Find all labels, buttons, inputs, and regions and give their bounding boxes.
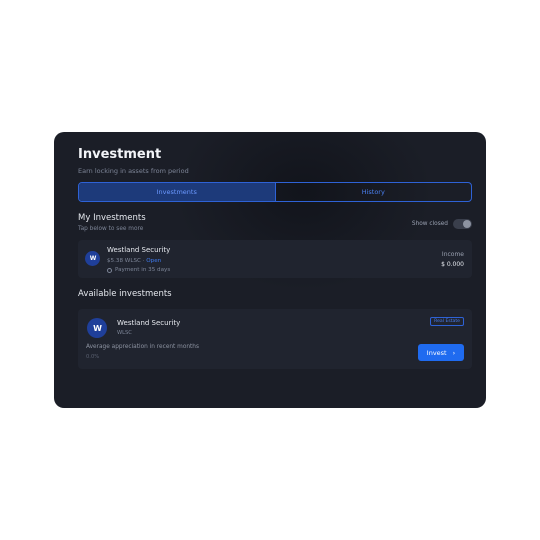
available-percent: 0.0%: [86, 354, 100, 360]
tab-investments[interactable]: Investments: [79, 183, 276, 201]
my-investments-title: My Investments: [78, 213, 146, 223]
payment-text: Payment in 35 days: [115, 267, 171, 273]
clock-icon: [107, 267, 112, 273]
tab-history[interactable]: History: [276, 183, 472, 201]
page-title: Investment: [78, 147, 162, 162]
westland-logo-icon: W: [85, 251, 100, 266]
investment-amount: $5.38 WLSC: [107, 258, 141, 264]
investment-card: Investment Earn locking in assets from p…: [54, 132, 486, 408]
payment-info: Payment in 35 days: [107, 267, 170, 273]
available-description: Average appreciation in recent months: [86, 344, 200, 350]
invest-button-label: Invest: [426, 348, 447, 357]
income-label: Income: [441, 251, 464, 258]
available-investment-card: W Westland Security WLSC Real Estate Ave…: [78, 309, 472, 369]
show-closed-label: Show closed: [411, 221, 448, 227]
page-subtitle: Earn locking in assets from period: [78, 167, 189, 175]
chevron-right-icon: ›: [452, 348, 456, 357]
toggle-knob: [463, 220, 471, 228]
investment-meta: $5.38 WLSC · Open: [107, 258, 161, 264]
show-closed-control: Show closed: [412, 219, 472, 229]
available-investments-title: Available investments: [78, 289, 172, 299]
available-name: Westland Security: [117, 319, 181, 327]
investment-open-link[interactable]: Open: [146, 258, 161, 264]
available-ticker: WLSC: [117, 330, 132, 336]
income-value: $ 0.000: [441, 261, 464, 268]
westland-logo-icon: W: [87, 318, 107, 338]
my-investments-subtitle: Tap below to see more: [78, 226, 144, 232]
category-badge: Real Estate: [430, 317, 464, 326]
investment-row[interactable]: W Westland Security $5.38 WLSC · Open Pa…: [78, 240, 472, 278]
investment-name: Westland Security: [107, 246, 171, 254]
show-closed-toggle[interactable]: [453, 219, 472, 229]
tab-bar: Investments History: [78, 182, 472, 202]
invest-button[interactable]: Invest ›: [418, 344, 464, 361]
